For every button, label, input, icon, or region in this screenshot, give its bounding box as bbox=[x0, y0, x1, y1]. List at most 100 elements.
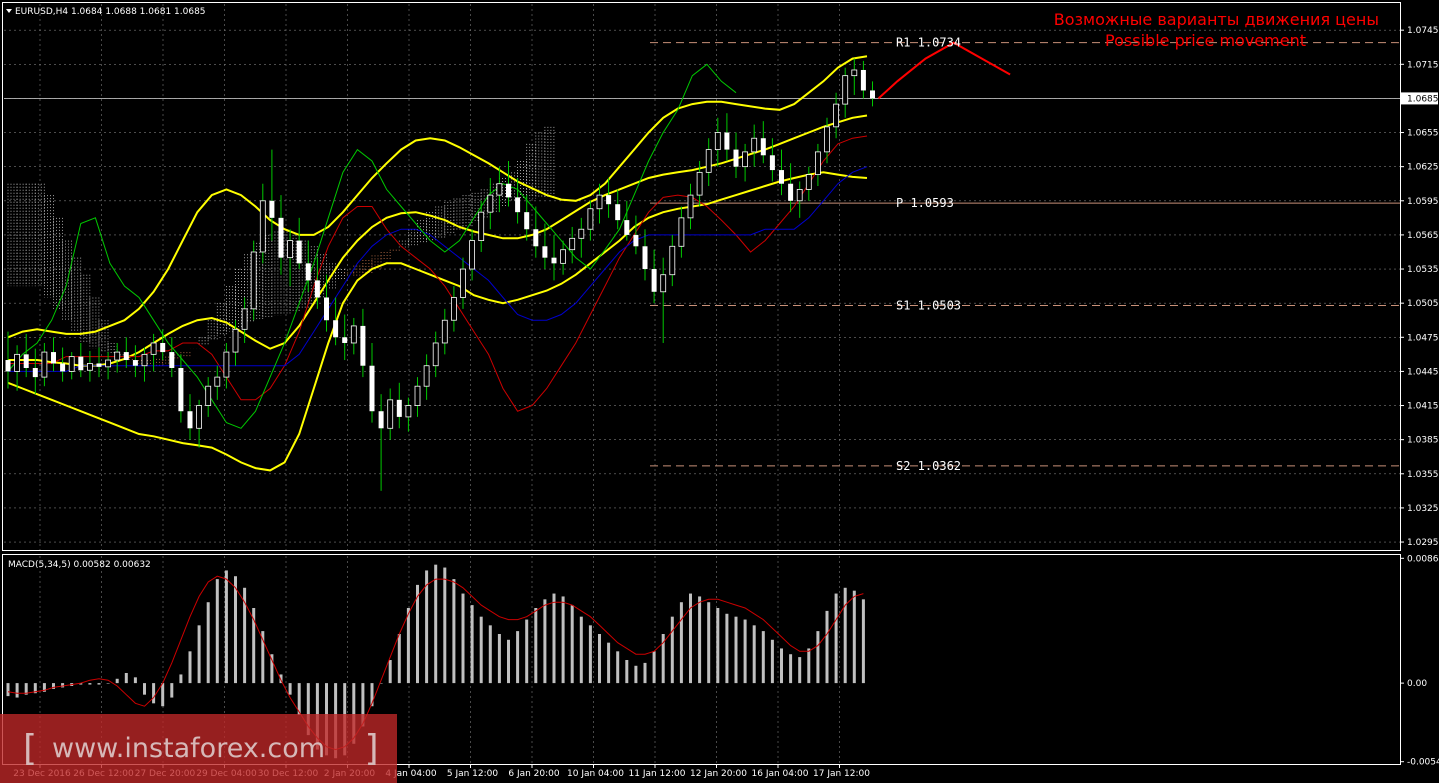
candle-body-bear bbox=[60, 363, 66, 372]
macd-bar bbox=[507, 639, 510, 684]
candle-body-bear bbox=[870, 90, 875, 99]
macd-bar bbox=[115, 678, 119, 684]
candle-body-bear bbox=[860, 69, 866, 91]
macd-bar bbox=[188, 651, 192, 684]
candle-body-bull bbox=[696, 171, 703, 196]
candle-body-bear bbox=[278, 217, 284, 258]
macd-bar bbox=[516, 631, 520, 684]
current-price-label: 1.0685 bbox=[1407, 94, 1439, 104]
price-tick-label: 1.0535 bbox=[1407, 265, 1439, 275]
candle-body-bull bbox=[751, 137, 758, 153]
candle-body-bear bbox=[396, 399, 402, 417]
macd-bar bbox=[143, 683, 146, 695]
candle-body-bear bbox=[123, 352, 129, 361]
macd-bar bbox=[61, 683, 65, 688]
candle-body-bear bbox=[369, 365, 375, 412]
candle-body-bear bbox=[515, 197, 521, 213]
candle-body-bull bbox=[423, 365, 430, 387]
macd-bar bbox=[789, 654, 793, 684]
macd-bar bbox=[816, 631, 820, 684]
price-tick-label: 1.0445 bbox=[1407, 367, 1439, 377]
annotation-ru: Возможные варианты движения цены bbox=[1054, 10, 1379, 29]
macd-bar bbox=[570, 605, 574, 684]
candle-body-bull bbox=[669, 245, 676, 276]
time-tick-label: 17 Jan 12:00 bbox=[813, 769, 870, 779]
macd-bar bbox=[634, 665, 638, 684]
candle-body-bull bbox=[805, 174, 812, 190]
candle-body-bear bbox=[769, 155, 775, 171]
macd-bar bbox=[434, 564, 438, 684]
macd-bar bbox=[234, 576, 237, 684]
macd-bar bbox=[15, 683, 19, 698]
macd-bar bbox=[770, 639, 774, 684]
candle-body-bear bbox=[642, 246, 648, 270]
time-tick-label: 5 Jan 12:00 bbox=[447, 769, 499, 779]
macd-bar bbox=[97, 683, 101, 685]
macd-bar bbox=[479, 616, 483, 684]
macd-bar bbox=[670, 616, 674, 684]
candle-body-bull bbox=[496, 183, 503, 196]
candle-body-bull bbox=[223, 351, 230, 378]
macd-bar bbox=[652, 651, 656, 684]
macd-bar bbox=[852, 590, 856, 684]
time-tick-label: 6 Jan 20:00 bbox=[508, 769, 560, 779]
candle-body-bear bbox=[324, 297, 329, 321]
annotation-en: Possible price movement bbox=[1105, 31, 1306, 50]
chart-root: R1 1.0734 P 1.0593 S1 1.0503 S2 1.0362 1.07… bbox=[0, 0, 1439, 783]
macd-bar bbox=[525, 619, 529, 684]
candle-body-bull bbox=[287, 240, 294, 259]
candle-body-bull bbox=[824, 126, 830, 153]
candle-body-bull bbox=[241, 308, 248, 330]
candle-body-bear bbox=[524, 212, 530, 230]
candle-body-bull bbox=[687, 194, 694, 219]
candle-body-bear bbox=[606, 195, 612, 205]
price-tick-label: 1.0595 bbox=[1407, 197, 1439, 207]
symbol-info: EURUSD,H4 1.0684 1.0688 1.0681 1.0685 bbox=[15, 7, 206, 17]
candle-body-bull bbox=[432, 342, 439, 367]
macd-tick-label: 0.00 bbox=[1407, 679, 1427, 689]
time-tick-label: 10 Jan 04:00 bbox=[567, 769, 624, 779]
price-tick-label: 1.0625 bbox=[1407, 163, 1439, 173]
macd-bar bbox=[406, 608, 410, 684]
macd-bar bbox=[224, 570, 228, 684]
macd-bar bbox=[616, 651, 620, 684]
candle-body-bull bbox=[441, 319, 448, 344]
macd-bar bbox=[215, 579, 219, 684]
candle-body-bear bbox=[733, 149, 739, 167]
pivot-label-s1: S1 1.0503 bbox=[896, 298, 961, 312]
macd-tick-label: -0.00544 bbox=[1407, 758, 1439, 768]
price-tick-label: 1.0325 bbox=[1407, 504, 1439, 514]
macd-bar bbox=[780, 648, 783, 684]
candle-body-bear bbox=[305, 263, 311, 281]
macd-bar bbox=[197, 625, 201, 684]
candle-body-bear bbox=[506, 183, 511, 198]
candle-body-bull bbox=[405, 405, 412, 418]
candle-body-bull bbox=[487, 194, 494, 213]
candle-body-bear bbox=[32, 368, 38, 378]
macd-bar bbox=[452, 579, 456, 684]
candle-body-bear bbox=[760, 138, 766, 156]
macd-bar bbox=[761, 631, 765, 684]
macd-bar bbox=[807, 648, 811, 684]
macd-info: MACD(5,34,5) 0.00582 0.00632 bbox=[8, 560, 151, 570]
macd-bar bbox=[497, 634, 501, 684]
macd-bar bbox=[834, 593, 838, 684]
macd-bar bbox=[734, 616, 738, 684]
candle-body-bear bbox=[296, 240, 302, 264]
candle-body-bear bbox=[378, 411, 384, 429]
candle-body-bull bbox=[414, 385, 421, 406]
time-tick-label: 16 Jan 04:00 bbox=[752, 769, 809, 779]
watermark-bracket-right: ] bbox=[362, 728, 384, 769]
candle-body-bear bbox=[551, 257, 557, 264]
macd-bar bbox=[443, 567, 447, 684]
candle-body-bear bbox=[633, 234, 639, 247]
macd-bar bbox=[397, 634, 401, 684]
candle-body-bear bbox=[269, 200, 275, 218]
macd-bar bbox=[752, 625, 756, 684]
macd-bar bbox=[152, 683, 156, 704]
macd-bar bbox=[534, 608, 538, 684]
price-tick-label: 1.0295 bbox=[1407, 538, 1439, 548]
candle-body-bull bbox=[678, 217, 685, 247]
price-tick-label: 1.0385 bbox=[1407, 436, 1439, 446]
macd-bar bbox=[679, 602, 683, 684]
